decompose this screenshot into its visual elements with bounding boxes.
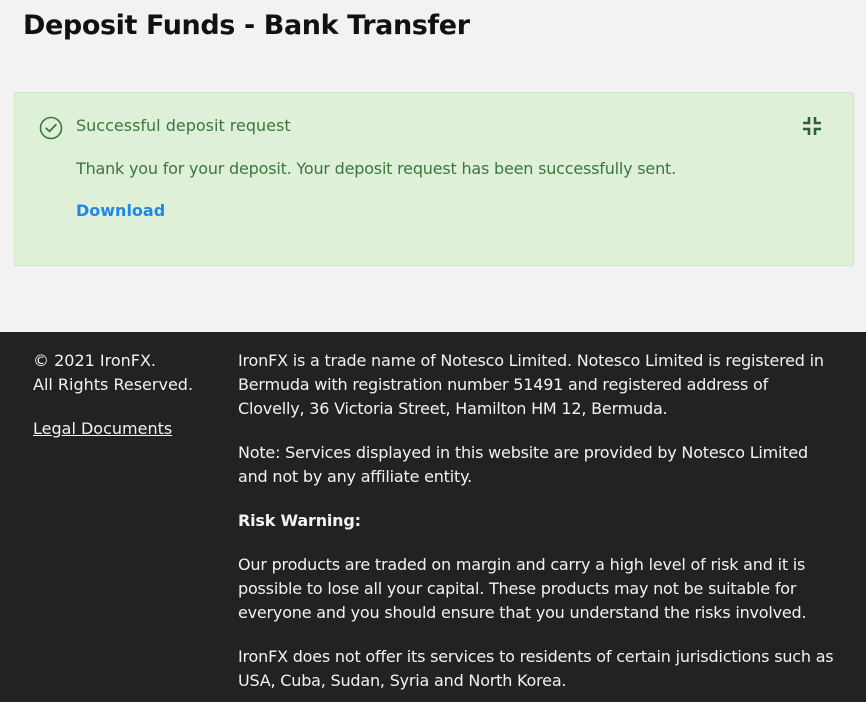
footer: © 2021 IronFX. All Rights Reserved. Lega… [0,332,866,702]
success-alert: Successful deposit request Thank you for… [14,92,854,266]
note-paragraph: Note: Services displayed in this website… [238,443,808,486]
rights-reserved-line: All Rights Reserved. [33,375,194,394]
jurisdictions-paragraph: IronFX does not offer its services to re… [238,647,834,690]
alert-message: Thank you for your deposit. Your deposit… [76,159,676,178]
company-info-paragraph: IronFX is a trade name of Notesco Limite… [238,351,824,418]
check-circle-icon [39,116,63,140]
risk-warning-paragraph: Our products are traded on margin and ca… [238,555,807,622]
download-link[interactable]: Download [76,200,165,222]
footer-copyright-block: © 2021 IronFX. All Rights Reserved. Lega… [33,349,223,441]
risk-warning-heading: Risk Warning: [238,511,361,530]
collapse-icon[interactable] [801,115,823,137]
footer-legal-text: IronFX is a trade name of Notesco Limite… [238,349,838,702]
copyright-line: © 2021 IronFX. [33,351,157,370]
deposit-page: Deposit Funds - Bank Transfer Successful… [0,0,866,702]
page-title: Deposit Funds - Bank Transfer [23,10,470,41]
legal-documents-link[interactable]: Legal Documents [33,417,172,441]
alert-title: Successful deposit request [76,116,291,135]
